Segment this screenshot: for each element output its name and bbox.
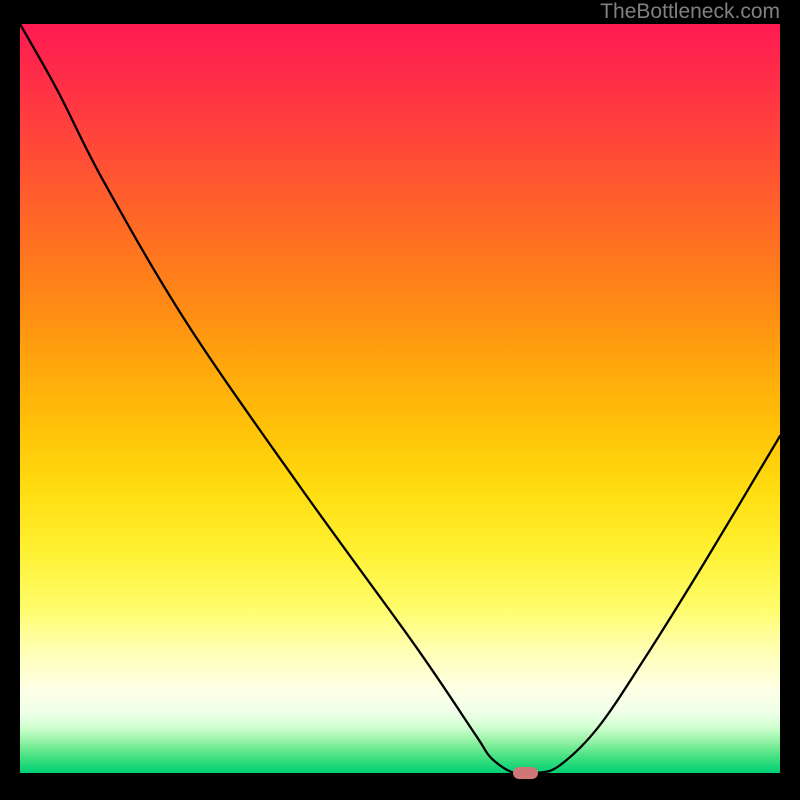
chart-container: TheBottleneck.com bbox=[0, 0, 800, 800]
optimal-marker bbox=[513, 767, 537, 779]
watermark-text: TheBottleneck.com bbox=[600, 0, 780, 24]
bottleneck-curve bbox=[20, 24, 780, 773]
